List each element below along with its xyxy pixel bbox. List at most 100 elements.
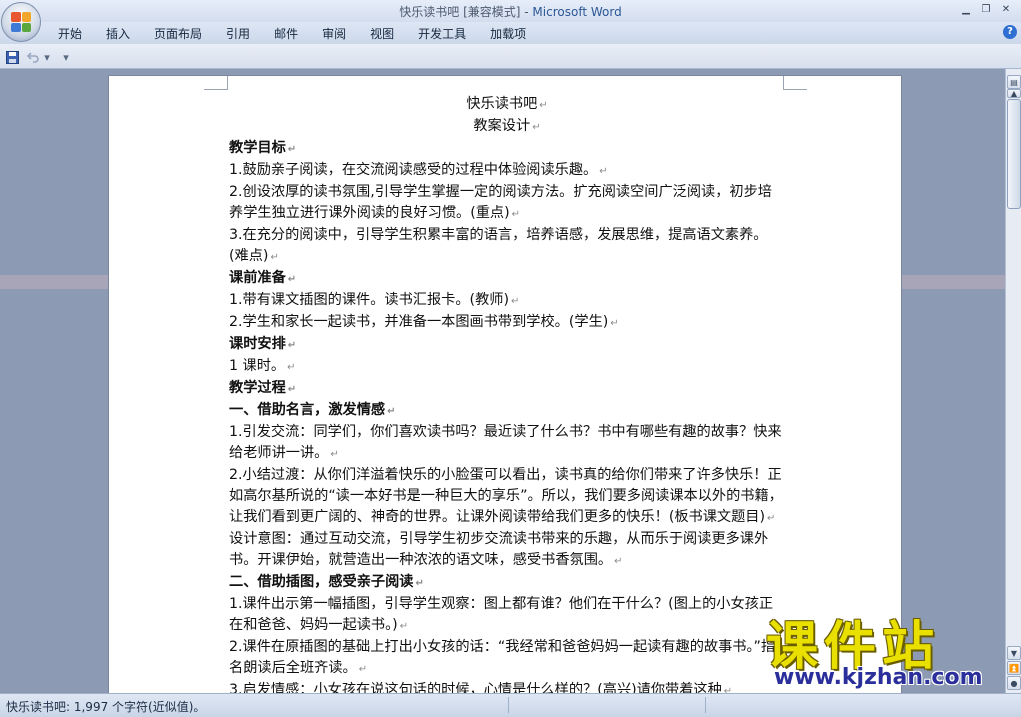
minimize-button[interactable]: ▁ [957, 1, 975, 17]
paragraph-text: 1 课时。 [229, 358, 286, 374]
paragraph-mark-icon: ↵ [287, 362, 296, 373]
document-paragraph: 教学目标 ↵ [229, 138, 785, 160]
paragraph-text: 一、借助名言，激发情感 [229, 402, 386, 418]
paragraph-mark-icon: ↵ [287, 144, 297, 155]
vertical-scrollbar[interactable]: ▤ ▲ ▼ ⏫ ● [1005, 69, 1021, 693]
document-paragraph: 1.课件出示第一幅插图，引导学生观察：图上都有谁？他们在干什么？(图上的小女孩正… [229, 594, 785, 637]
document-workspace: 快乐读书吧 ↵ 教案设计 ↵ 教学目标 ↵ 1.鼓励亲子阅读，在交流阅读感受的过程中体验阅读… [0, 69, 1005, 693]
margin-corner-top-right [783, 76, 807, 90]
tab-view[interactable]: 视图 [358, 24, 406, 43]
tab-references[interactable]: 引用 [214, 24, 262, 43]
paragraph-mark-icon: ↵ [415, 578, 424, 589]
office-button[interactable] [1, 2, 41, 42]
tab-home[interactable]: 开始 [46, 24, 94, 43]
quick-access-toolbar: ▾ ▾ [0, 44, 1021, 69]
paragraph-text: 教学目标 [229, 140, 286, 156]
paragraph-text: 1.鼓励亲子阅读，在交流阅读感受的过程中体验阅读乐趣。 [229, 162, 598, 178]
tab-page-layout[interactable]: 页面布局 [142, 24, 214, 43]
document-page[interactable]: 快乐读书吧 ↵ 教案设计 ↵ 教学目标 ↵ 1.鼓励亲子阅读，在交流阅读感受的过程中体验阅读… [108, 75, 902, 693]
undo-dropdown-button[interactable]: ▾ [43, 50, 51, 64]
document-paragraph: 教学过程 ↵ [229, 378, 785, 400]
restore-icon: ❐ [981, 3, 991, 15]
paragraph-mark-icon: ↵ [723, 686, 733, 693]
paragraph-mark-icon: ↵ [767, 513, 776, 524]
chevron-down-icon: ▾ [44, 50, 50, 64]
paragraph-mark-icon: ↵ [510, 296, 520, 307]
ribbon-tab-bar: 开始 插入 页面布局 引用 邮件 审阅 视图 开发工具 加载项 ? [0, 22, 1021, 44]
paragraph-text: 二、借助插图，感受亲子阅读 [229, 574, 414, 590]
paragraph-mark-icon: ↵ [287, 274, 297, 285]
tab-add-ins[interactable]: 加载项 [478, 24, 538, 43]
paragraph-mark-icon: ↵ [532, 122, 541, 133]
document-paragraph: 1 课时。 ↵ [229, 356, 785, 378]
document-paragraph: 二、借助插图，感受亲子阅读 ↵ [229, 572, 785, 594]
paragraph-mark-icon: ↵ [511, 209, 521, 220]
paragraph-text: 设计意图：通过互动交流，引导学生初步交流读书带来的乐趣，从而乐于阅读更多课外书。… [229, 531, 769, 568]
watermark-logo: 课件站 www.kjzhan.com [752, 612, 1014, 696]
paragraph-text: 1.课件出示第一幅插图，引导学生观察：图上都有谁？他们在干什么？(图上的小女孩正… [229, 596, 774, 633]
save-button[interactable] [5, 50, 19, 64]
paragraph-mark-icon: ↵ [610, 318, 619, 329]
document-paragraph: 课时安排 ↵ [229, 334, 785, 356]
document-paragraph: 快乐读书吧 ↵ [229, 94, 785, 116]
paragraph-text: 2.创设浓厚的读书氛围,引导学生掌握一定的阅读方法。扩充阅读空间广泛阅读，初步培… [229, 184, 772, 221]
margin-corner-top-left [204, 76, 228, 90]
document-paragraph: 2.小结过渡：从你们洋溢着快乐的小脸蛋可以看出，读书真的给你们带来了许多快乐！正… [229, 465, 785, 529]
document-paragraph: 2.学生和家长一起读书，并准备一本图画书带到学校。(学生) ↵ [229, 312, 785, 334]
status-divider [705, 697, 706, 713]
document-paragraph: 3.启发情感：小女孩在说这句话的时候，心情是什么样的？(高兴)请你带着这种 ↵ [229, 680, 785, 693]
document-paragraph: 一、借助名言，激发情感 ↵ [229, 400, 785, 422]
document-paragraph: 1.鼓励亲子阅读，在交流阅读感受的过程中体验阅读乐趣。 ↵ [229, 160, 785, 182]
paragraph-text: 2.小结过渡：从你们洋溢着快乐的小脸蛋可以看出，读书真的给你们带来了许多快乐！正… [229, 467, 783, 525]
tab-review[interactable]: 审阅 [310, 24, 358, 43]
ruler-icon: ▤ [1010, 77, 1018, 87]
paragraph-text: 快乐读书吧 [466, 96, 538, 112]
help-button[interactable]: ? [1003, 25, 1017, 39]
scroll-up-button[interactable]: ▲ [1007, 89, 1021, 98]
status-divider [508, 697, 509, 713]
paragraph-text: 课时安排 [229, 336, 286, 352]
document-paragraph: 课前准备 ↵ [229, 268, 785, 290]
window-title: 快乐读书吧 [兼容模式] - Microsoft Word [0, 3, 1021, 20]
arrow-up-icon: ▲ [1010, 89, 1018, 98]
paragraph-text: 教学过程 [229, 380, 286, 396]
document-paragraph: 3.在充分的阅读中，引导学生积累丰富的语言，培养语感，发展思维，提高语文素养。(… [229, 225, 785, 268]
paragraph-mark-icon: ↵ [358, 664, 368, 675]
paragraph-text: 教案设计 [473, 118, 531, 134]
document-paragraph: 教案设计 ↵ [229, 116, 785, 138]
paragraph-mark-icon: ↵ [539, 100, 548, 111]
office-logo-icon [11, 12, 31, 32]
restore-button[interactable]: ❐ [977, 1, 995, 17]
tab-developer[interactable]: 开发工具 [406, 24, 478, 43]
document-paragraph: 设计意图：通过互动交流，引导学生初步交流读书带来的乐趣，从而乐于阅读更多课外书。… [229, 529, 785, 572]
customize-icon: ▾ [63, 50, 69, 64]
minimize-icon: ▁ [962, 3, 970, 15]
paragraph-text: 1.带有课文插图的课件。读书汇报卡。(教师) [229, 292, 509, 308]
document-paragraph: 2.创设浓厚的读书氛围,引导学生掌握一定的阅读方法。扩充阅读空间广泛阅读，初步培… [229, 182, 785, 225]
customize-qat-button[interactable]: ▾ [61, 50, 71, 64]
document-paragraph: 2.课件在原插图的基础上打出小女孩的话：“我经常和爸爸妈妈一起读有趣的故事书。”… [229, 637, 785, 680]
paragraph-text: 课前准备 [229, 270, 286, 286]
scroll-thumb[interactable] [1007, 99, 1021, 209]
watermark-url: www.kjzhan.com [774, 665, 983, 690]
window-controls: ▁ ❐ ✕ [957, 1, 1015, 17]
paragraph-mark-icon: ↵ [270, 252, 279, 263]
paragraph-text: 1.引发交流：同学们，你们喜欢读书吗？最近读了什么书？书中有哪些有趣的故事？快来… [229, 424, 782, 461]
document-body[interactable]: 快乐读书吧 ↵ 教案设计 ↵ 教学目标 ↵ 1.鼓励亲子阅读，在交流阅读感受的过程中体验阅读… [229, 94, 785, 693]
close-icon: ✕ [1001, 3, 1011, 15]
undo-button[interactable] [26, 50, 40, 64]
document-paragraph: 1.引发交流：同学们，你们喜欢读书吗？最近读了什么书？书中有哪些有趣的故事？快来… [229, 422, 785, 465]
close-button[interactable]: ✕ [997, 1, 1015, 17]
paragraph-text: 3.启发情感：小女孩在说这句话的时候，心情是什么样的？(高兴)请你带着这种 [229, 682, 722, 693]
paragraph-mark-icon: ↵ [287, 340, 297, 351]
document-paragraph: 1.带有课文插图的课件。读书汇报卡。(教师) ↵ [229, 290, 785, 312]
ruler-toggle-button[interactable]: ▤ [1007, 75, 1021, 89]
tab-mailings[interactable]: 邮件 [262, 24, 310, 43]
paragraph-mark-icon: ↵ [399, 621, 409, 632]
paragraph-text: 2.课件在原插图的基础上打出小女孩的话：“我经常和爸爸妈妈一起读有趣的故事书。”… [229, 639, 776, 676]
word-count-status[interactable]: 快乐读书吧: 1,997 个字符(近似值)。 [6, 698, 205, 715]
window-title-app: Microsoft Word [532, 5, 622, 19]
undo-icon [26, 52, 39, 63]
tab-insert[interactable]: 插入 [94, 24, 142, 43]
paragraph-mark-icon: ↵ [599, 166, 608, 177]
